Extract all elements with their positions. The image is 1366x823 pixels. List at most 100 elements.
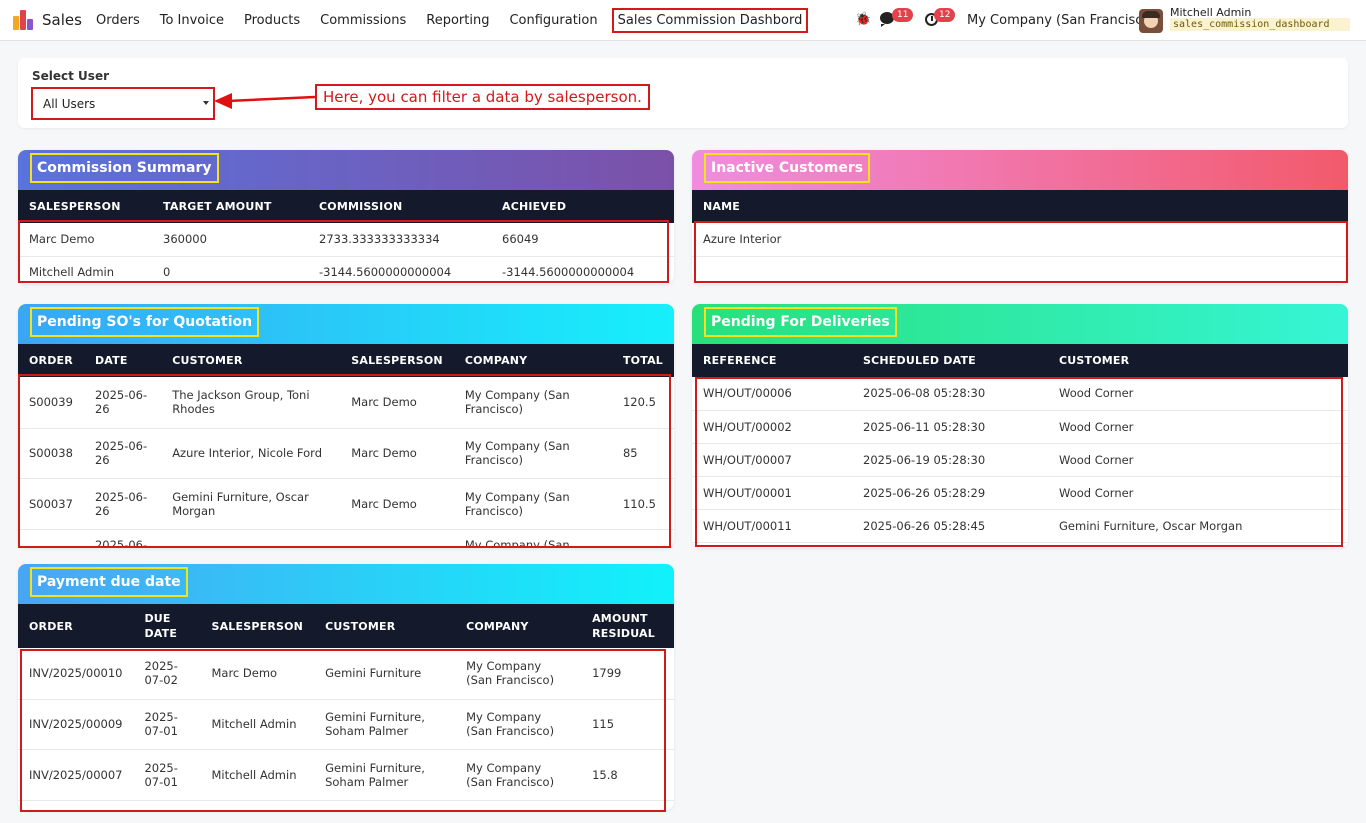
- database-name: sales_commission_dashboard: [1170, 18, 1350, 31]
- table-cell: 2025-06-26: [83, 428, 162, 479]
- column-header: SCHEDULED DATE: [863, 354, 976, 367]
- main-menu: Orders To Invoice Products Commissions R…: [96, 0, 828, 41]
- table-cell: My Company (San Francisco): [455, 648, 582, 700]
- select-user-label: Select User: [32, 69, 110, 83]
- table-cell: INV/2025/00007: [18, 749, 134, 801]
- column-header: TARGET AMOUNT: [163, 200, 272, 213]
- column-header: SALESPERSON: [351, 354, 443, 367]
- table-cell: 15.8: [581, 749, 674, 801]
- payment-due-card: Payment due date ORDER DUE DATE SALESPER…: [18, 564, 674, 810]
- table-cell: 115: [581, 699, 674, 750]
- commission-summary-card: Commission Summary SALESPERSON TARGET AM…: [18, 150, 674, 284]
- user-select[interactable]: All Users: [31, 87, 215, 120]
- card-title: Inactive Customers: [704, 153, 871, 183]
- table-cell: [161, 529, 341, 548]
- chat-count-badge: 11: [892, 8, 914, 22]
- activity-count-badge: 12: [934, 8, 956, 22]
- column-header: COMPANY: [464, 354, 528, 367]
- column-header: NAME: [703, 200, 740, 213]
- app-name[interactable]: Sales: [42, 11, 82, 29]
- table-cell: Gemini Furniture, Soham Palmer: [314, 749, 456, 801]
- table-row: WH/OUT/00002 2025-06-11 05:28:30 Wood Co…: [692, 410, 1348, 444]
- pending-deliveries-table: REFERENCE SCHEDULED DATE CUSTOMER WH/OUT…: [692, 344, 1348, 543]
- menu-to-invoice[interactable]: To Invoice: [160, 13, 224, 28]
- table-cell: 2025-06-08 05:28:30: [852, 377, 1048, 411]
- table-cell: WH/OUT/00006: [692, 377, 852, 411]
- table-row: Mitchell Admin 0 -3144.5600000000004 -31…: [18, 256, 674, 284]
- table-row: Azure Interior: [692, 223, 1348, 257]
- table-cell: [18, 529, 84, 548]
- table-cell: Mitchell Admin: [200, 699, 315, 750]
- table-cell: S00038: [18, 428, 84, 479]
- card-header: Payment due date: [18, 564, 674, 604]
- user-select-value: All Users: [43, 97, 96, 111]
- card-title: Pending SO's for Quotation: [30, 307, 260, 337]
- table-cell: Wood Corner: [1048, 410, 1348, 444]
- table-row: [692, 256, 1348, 284]
- card-title: Commission Summary: [30, 153, 219, 183]
- table-cell: Wood Corner: [1048, 443, 1348, 477]
- table-cell: My Company (San Francisco): [455, 699, 582, 750]
- user-avatar[interactable]: [1139, 9, 1163, 33]
- bug-icon[interactable]: 🐞: [855, 12, 871, 27]
- top-navbar: Sales Orders To Invoice Products Commiss…: [0, 0, 1366, 41]
- table-cell: -3144.5600000000004: [491, 256, 674, 284]
- card-header: Commission Summary: [18, 150, 674, 190]
- card-header: Inactive Customers: [692, 150, 1348, 190]
- table-cell: [692, 256, 1348, 284]
- table-cell: 66049: [491, 223, 674, 257]
- table-cell: WH/OUT/00007: [692, 443, 852, 477]
- column-header: CUSTOMER: [1059, 354, 1130, 367]
- table-row: S00037 2025-06-26 Gemini Furniture, Osca…: [18, 478, 674, 530]
- column-header: ORDER: [29, 619, 73, 633]
- column-header: TOTAL: [622, 354, 663, 367]
- column-header: DUE DATE: [144, 612, 178, 640]
- table-cell: Gemini Furniture: [314, 648, 456, 700]
- table-cell: Marc Demo: [18, 223, 152, 257]
- column-header: COMMISSION: [319, 200, 403, 213]
- menu-commissions[interactable]: Commissions: [320, 13, 406, 28]
- table-row: WH/OUT/00011 2025-06-26 05:28:45 Gemini …: [692, 509, 1348, 543]
- table-cell: INV/2025/00010: [18, 648, 134, 700]
- menu-reporting[interactable]: Reporting: [426, 13, 489, 28]
- table-row: WH/OUT/00007 2025-06-19 05:28:30 Wood Co…: [692, 443, 1348, 477]
- table-cell: Wood Corner: [1048, 377, 1348, 411]
- table-cell: Gemini Furniture, Oscar Morgan: [161, 478, 341, 530]
- table-cell: [340, 529, 454, 548]
- menu-configuration[interactable]: Configuration: [509, 13, 597, 28]
- table-cell: S00039: [18, 377, 84, 429]
- inactive-customers-table: NAME Azure Interior: [692, 190, 1348, 284]
- table-row: WH/OUT/00006 2025-06-08 05:28:30 Wood Co…: [692, 377, 1348, 411]
- table-cell: 2025-06-: [83, 529, 162, 548]
- payment-due-table: ORDER DUE DATE SALESPERSON CUSTOMER COMP…: [18, 604, 674, 801]
- table-cell: Marc Demo: [200, 648, 315, 700]
- column-header: SALESPERSON: [29, 200, 121, 213]
- table-row: S00039 2025-06-26 The Jackson Group, Ton…: [18, 377, 674, 429]
- pending-so-card: Pending SO's for Quotation ORDER DATE CU…: [18, 304, 674, 548]
- table-row: INV/2025/00009 2025-07-01 Mitchell Admin…: [18, 699, 674, 750]
- company-switcher[interactable]: My Company (San Francisco): [967, 13, 1155, 28]
- column-header: COMPANY: [466, 619, 529, 633]
- table-row: 2025-06- My Company (San: [18, 529, 674, 548]
- sales-app-icon[interactable]: [13, 10, 33, 30]
- column-header: ACHIEVED: [502, 200, 567, 213]
- table-cell: 2025-06-11 05:28:30: [852, 410, 1048, 444]
- menu-products[interactable]: Products: [244, 13, 300, 28]
- column-header: CUSTOMER: [172, 354, 243, 367]
- pending-so-table: ORDER DATE CUSTOMER SALESPERSON COMPANY …: [18, 344, 674, 548]
- menu-sales-commission-dashboard[interactable]: Sales Commission Dashbord: [611, 8, 809, 33]
- card-header: Pending For Deliveries: [692, 304, 1348, 344]
- table-scroll-area[interactable]: ORDER DATE CUSTOMER SALESPERSON COMPANY …: [18, 344, 674, 548]
- menu-orders[interactable]: Orders: [96, 13, 140, 28]
- table-row: Marc Demo 360000 2733.333333333334 66049: [18, 223, 674, 257]
- table-cell: 2025-06-26: [83, 377, 162, 429]
- column-header: CUSTOMER: [325, 619, 396, 633]
- table-cell: 120.5: [611, 377, 674, 429]
- inactive-customers-card: Inactive Customers NAME Azure Interior: [692, 150, 1348, 284]
- column-header: DATE: [94, 354, 128, 367]
- card-title: Pending For Deliveries: [704, 307, 897, 337]
- table-row: WH/OUT/00001 2025-06-26 05:28:29 Wood Co…: [692, 476, 1348, 510]
- table-cell: My Company (San Francisco): [453, 478, 612, 530]
- table-cell: Gemini Furniture, Oscar Morgan: [1048, 509, 1348, 543]
- table-cell: 0: [152, 256, 308, 284]
